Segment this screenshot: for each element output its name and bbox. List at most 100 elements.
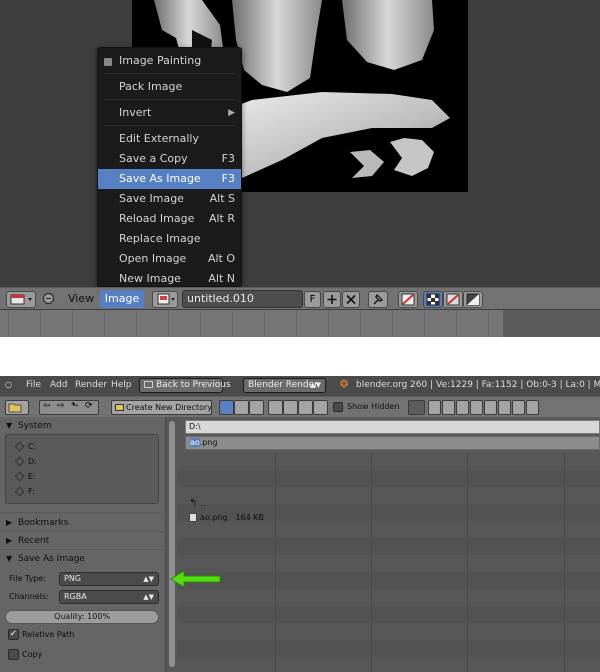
list-item-parent[interactable]: ↰.. xyxy=(189,498,205,509)
pin-icon[interactable] xyxy=(368,291,388,308)
filter-scripts-icon[interactable] xyxy=(484,400,497,415)
volume-item[interactable]: F: xyxy=(14,486,35,497)
alpha-channel-icon[interactable] xyxy=(463,291,483,308)
filename-field[interactable]: ao.png xyxy=(185,436,600,450)
fake-user-button[interactable]: F xyxy=(304,291,321,308)
menu-item-save-image[interactable]: Save Image Alt S xyxy=(98,189,241,209)
checkbox-icon[interactable] xyxy=(104,58,112,66)
menu-item-pack-image[interactable]: Pack Image xyxy=(98,77,241,97)
back-to-previous-button[interactable]: Back to Previous xyxy=(139,378,231,393)
blender-logo-icon: ❂ xyxy=(340,379,349,390)
display-short-list-icon[interactable] xyxy=(219,400,234,415)
bookmarks-panel-header[interactable]: ▶ Bookmarks xyxy=(0,514,166,532)
image-name-field[interactable]: untitled.010 xyxy=(182,290,303,308)
show-hidden-checkbox[interactable] xyxy=(333,402,343,412)
filter-images-icon[interactable] xyxy=(456,400,469,415)
filter-sounds-icon[interactable] xyxy=(512,400,525,415)
file-list-area: D:\ ao.png ↰.. ao.png 164 KB xyxy=(178,417,600,672)
timeline-strip[interactable] xyxy=(0,310,600,337)
directory-path-field[interactable]: D:\ xyxy=(185,420,600,434)
drive-icon xyxy=(14,456,25,467)
view-menu[interactable]: View xyxy=(68,292,94,305)
info-editor-type-icon[interactable]: ○ xyxy=(5,380,12,389)
display-long-list-icon[interactable] xyxy=(234,400,249,415)
refresh-icon[interactable]: ⟳ xyxy=(85,401,93,411)
menu-item-label: Image Painting xyxy=(119,54,202,67)
menu-item-image-painting[interactable]: Image Painting xyxy=(98,51,241,71)
image-editor-header: View Image untitled.010 F xyxy=(0,287,600,309)
sort-time-icon[interactable] xyxy=(298,400,313,415)
image-file-icon xyxy=(189,513,197,522)
scrollbar-thumb[interactable] xyxy=(169,421,175,667)
menu-item-open-image[interactable]: Open Image Alt O xyxy=(98,249,241,269)
browse-image-button[interactable] xyxy=(152,291,178,308)
add-menu[interactable]: Add xyxy=(50,380,67,390)
filter-text-icon[interactable] xyxy=(526,400,539,415)
collapse-menus-icon[interactable] xyxy=(43,293,54,304)
volume-label: C: xyxy=(28,442,37,451)
sort-alpha-icon[interactable] xyxy=(268,400,283,415)
file-type-dropdown[interactable]: PNG ▲▼ xyxy=(59,572,159,586)
collapse-triangle-icon: ▶ xyxy=(6,518,13,527)
menu-item-save-as-image[interactable]: Save As Image F3 xyxy=(98,169,241,189)
sort-ext-icon[interactable] xyxy=(283,400,298,415)
volume-item[interactable]: D: xyxy=(14,456,37,467)
image-menu[interactable]: Image xyxy=(100,290,144,308)
copy-checkbox[interactable] xyxy=(8,649,19,660)
file-list[interactable] xyxy=(178,453,600,672)
volume-label: D: xyxy=(28,457,37,466)
list-item[interactable]: ao.png 164 KB xyxy=(189,513,264,522)
show-hidden-label: Show Hidden xyxy=(347,402,400,411)
render-engine-dropdown[interactable]: Blender Render ▲▼ xyxy=(243,378,326,393)
menu-item-save-a-copy[interactable]: Save a Copy F3 xyxy=(98,149,241,169)
menu-item-edit-externally[interactable]: Edit Externally xyxy=(98,129,241,149)
file-browser-window: ○ File Add Render Help Back to Previous … xyxy=(0,376,600,672)
image-viewport[interactable]: Image Painting Pack Image Invert ▶ Edit … xyxy=(0,0,600,287)
filter-blend-icon[interactable] xyxy=(442,400,455,415)
quality-slider[interactable]: Quality: 100% xyxy=(5,610,159,624)
menu-item-label: Pack Image xyxy=(119,80,183,93)
file-menu[interactable]: File xyxy=(26,380,41,390)
system-panel-header[interactable]: ▼ System xyxy=(0,417,166,435)
volume-item[interactable]: E: xyxy=(14,471,36,482)
filter-files-icon[interactable] xyxy=(408,400,425,415)
menu-item-label: Edit Externally xyxy=(119,132,200,145)
save-as-image-panel-header[interactable]: ▼ Save As Image xyxy=(0,550,166,568)
draw-mode-icon[interactable] xyxy=(423,291,443,308)
menu-item-label: Replace Image xyxy=(119,232,201,245)
help-menu[interactable]: Help xyxy=(111,380,132,390)
relative-path-checkbox[interactable]: ✓ xyxy=(8,629,19,640)
channels-label: Channels: xyxy=(9,592,49,601)
filename-rest-text: .png xyxy=(199,438,218,447)
menu-item-label: Save a Copy xyxy=(119,152,188,165)
channels-dropdown[interactable]: RGBA ▲▼ xyxy=(59,590,159,604)
screen-icon xyxy=(144,381,153,388)
forward-arrow-icon[interactable]: ⇨ xyxy=(57,401,65,411)
filter-movies-icon[interactable] xyxy=(470,400,483,415)
parent-dir-icon[interactable]: ⬑ xyxy=(71,401,79,411)
sort-size-icon[interactable] xyxy=(313,400,328,415)
unlink-image-button[interactable] xyxy=(342,291,360,308)
display-channels-icon[interactable] xyxy=(443,291,463,308)
sidebar-scrollbar[interactable] xyxy=(166,417,178,672)
new-image-button[interactable] xyxy=(323,291,341,308)
image-paint-icon[interactable] xyxy=(398,291,418,308)
menu-item-reload-image[interactable]: Reload Image Alt R xyxy=(98,209,241,229)
back-arrow-icon[interactable]: ⇦ xyxy=(43,401,51,411)
copy-label: Copy xyxy=(22,650,43,659)
bookmarks-panel-title: Bookmarks xyxy=(18,518,69,528)
recent-panel-header[interactable]: ▶ Recent xyxy=(0,532,166,550)
display-thumbnails-icon[interactable] xyxy=(249,400,264,415)
render-menu[interactable]: Render xyxy=(75,380,107,390)
menu-item-invert[interactable]: Invert ▶ xyxy=(98,103,241,123)
menu-item-replace-image[interactable]: Replace Image xyxy=(98,229,241,249)
editor-type-button[interactable] xyxy=(6,291,36,308)
create-new-directory-button[interactable]: Create New Directory xyxy=(111,400,212,415)
editor-type-button[interactable] xyxy=(5,400,29,415)
menu-item-label: Open Image xyxy=(119,252,187,265)
filter-folders-icon[interactable] xyxy=(428,400,441,415)
filter-fonts-icon[interactable] xyxy=(498,400,511,415)
volume-item[interactable]: C: xyxy=(14,441,37,452)
submenu-arrow-icon: ▶ xyxy=(228,108,235,118)
menu-item-new-image[interactable]: New Image Alt N xyxy=(98,269,241,289)
